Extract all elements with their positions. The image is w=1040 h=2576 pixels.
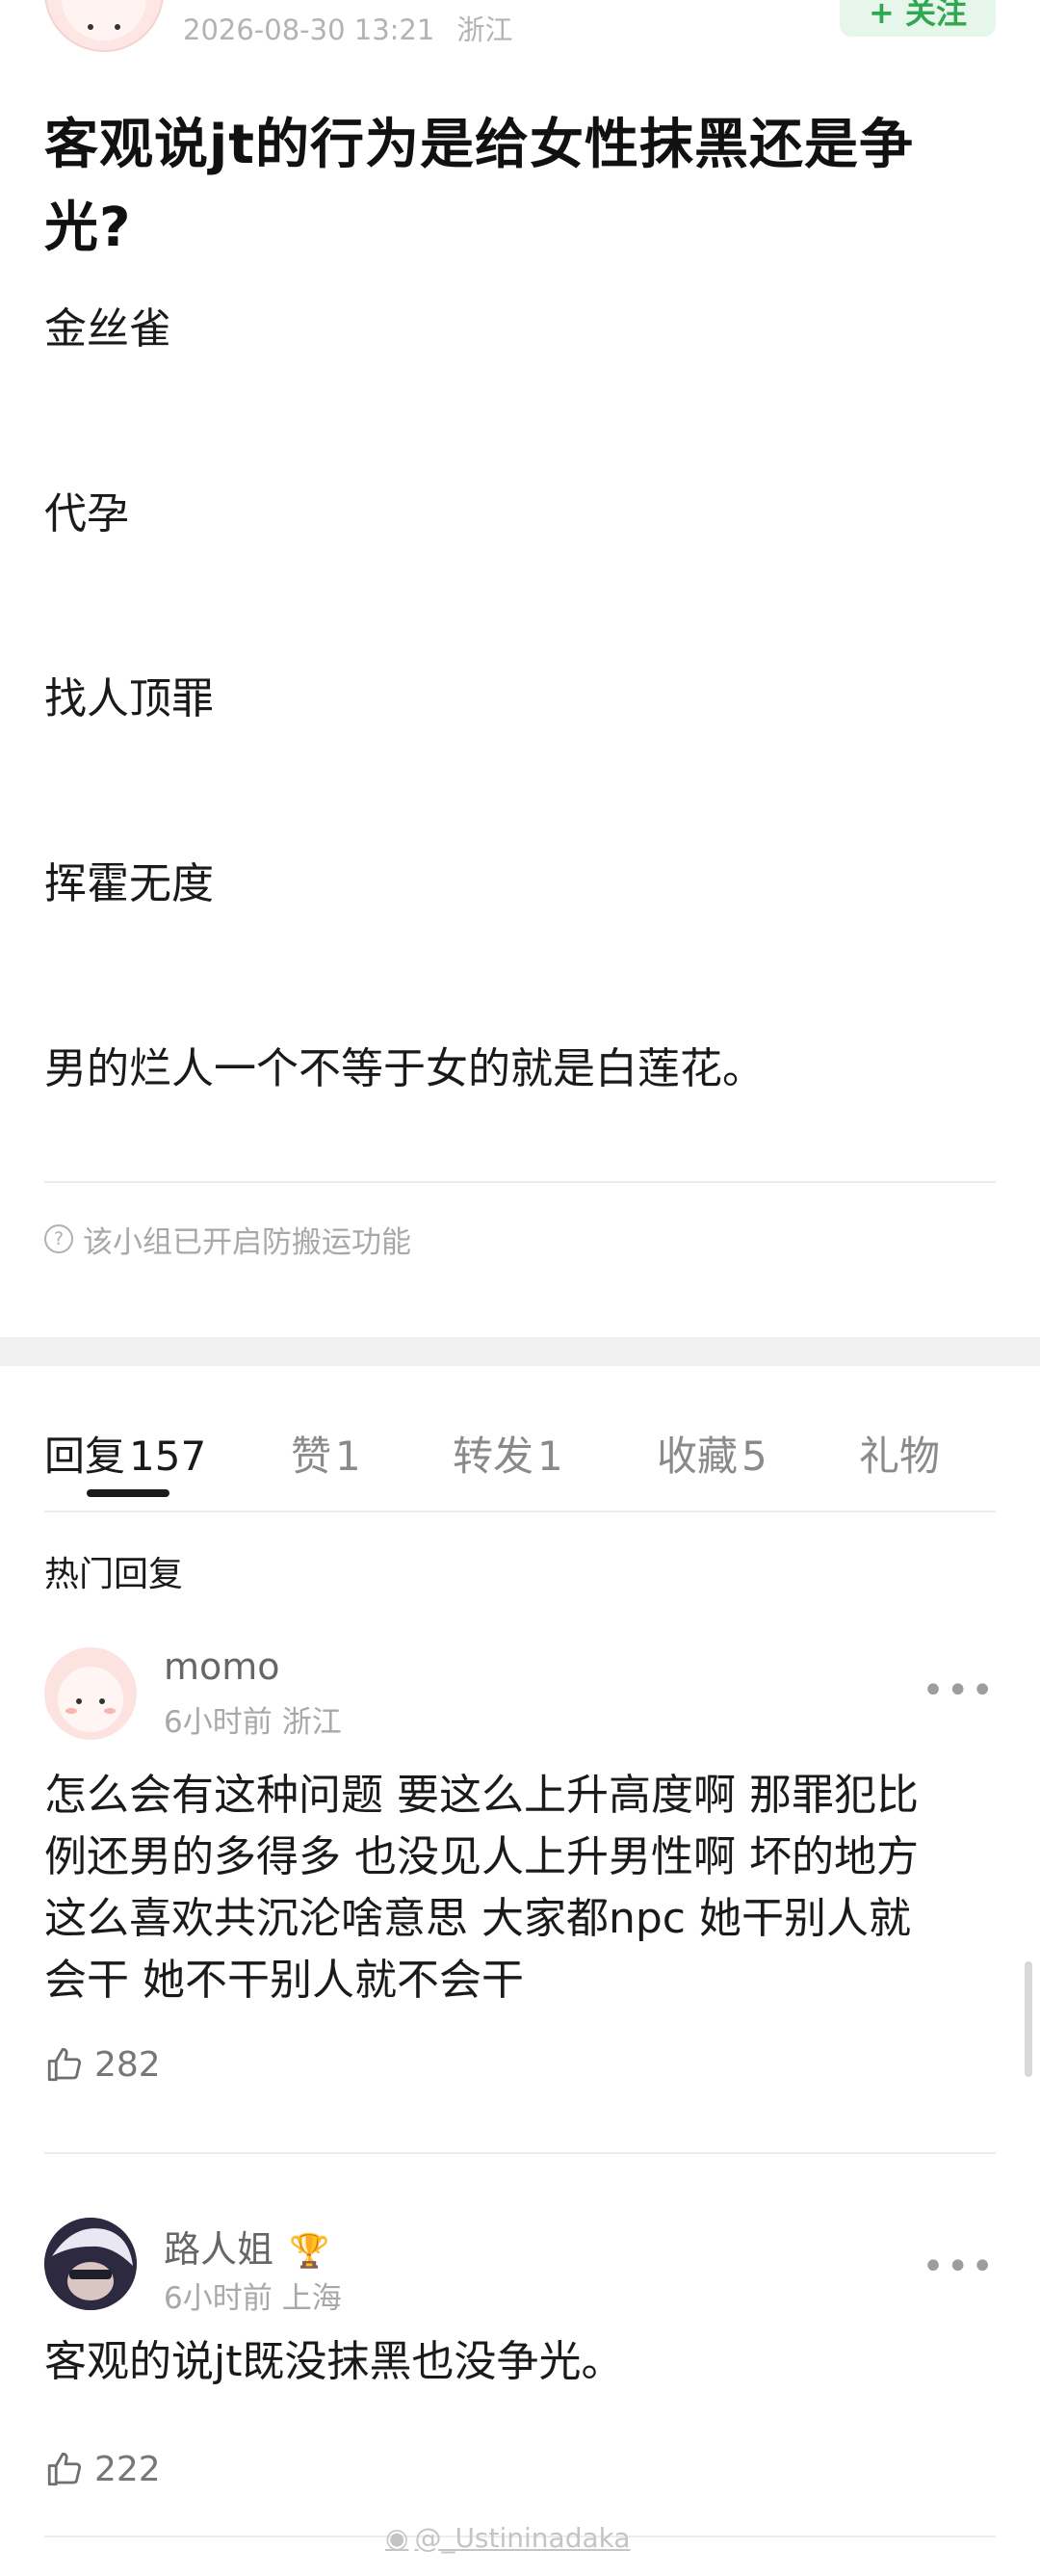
- comment-line: 例还男的多得多 也没见人上升男性啊 坏的地方: [44, 1832, 919, 1881]
- active-tab-indicator: [87, 1489, 169, 1497]
- tab-count: 5: [741, 1433, 767, 1480]
- divider: [44, 1181, 996, 1183]
- trophy-icon: 🏆: [289, 2232, 330, 2271]
- comment-time: 6小时前: [164, 1705, 273, 1740]
- tab-gifts[interactable]: 礼物: [859, 1424, 940, 1483]
- comment-line: 会干 她不干别人就不会干: [44, 1956, 524, 2005]
- follow-button[interactable]: + 关注: [840, 0, 996, 37]
- post-line: 男的烂人一个不等于女的就是白莲花。: [44, 1044, 765, 1093]
- help-circle-icon: ?: [44, 1224, 73, 1253]
- comment-location: 上海: [281, 2281, 342, 2316]
- notice-text: 该小组已开启防搬运功能: [83, 1224, 411, 1260]
- tab-bar: 回复157 赞1 转发1 收藏5 礼物: [44, 1366, 996, 1512]
- comment-item: momo 6小时前 浙江 ••• 怎么会有这种问题 要这么上升高度啊 那罪犯比 例…: [44, 1599, 996, 2177]
- like-button[interactable]: 282: [44, 2044, 161, 2085]
- weibo-logo-icon: ◉: [385, 2522, 409, 2554]
- watermark-text: @_Ustininadaka: [414, 2522, 631, 2554]
- comment-time: 6小时前: [164, 2281, 273, 2316]
- post-line: 挥霍无度: [44, 859, 214, 908]
- commenter-name[interactable]: 路人姐: [164, 2228, 273, 2271]
- comment-item: 路人姐 🏆 6小时前 上海 ••• 客观的说jt既没抹黑也没争光。 222: [44, 2177, 996, 2543]
- tab-label: 回复: [44, 1433, 126, 1480]
- like-count: 222: [94, 2449, 161, 2489]
- comment-line: 这么喜欢共沉沦啥意思 大家都npc 她干别人就: [44, 1894, 911, 1943]
- tab-label: 赞: [291, 1433, 332, 1480]
- post-line: 代孕: [44, 489, 129, 539]
- commenter-name[interactable]: momo: [164, 1645, 280, 1688]
- comment-divider: [44, 2152, 996, 2154]
- scrollbar[interactable]: [1025, 1961, 1032, 2077]
- post-timestamp: 2026-08-30 13:21: [183, 13, 435, 46]
- comment-line: 客观的说jt既没抹黑也没争光。: [44, 2337, 624, 2386]
- tab-favorites[interactable]: 收藏5: [657, 1424, 767, 1483]
- tab-count: 1: [335, 1433, 361, 1480]
- commenter-name-row: 路人姐 🏆: [164, 2220, 329, 2273]
- post-title: 客观说jt的行为是给女性抹黑还是争光?: [44, 114, 914, 259]
- more-options-icon[interactable]: •••: [922, 1669, 996, 1713]
- post-line: 找人顶罪: [44, 674, 214, 723]
- post-meta: 2026-08-30 13:21 浙江: [183, 8, 513, 48]
- tab-count: 1: [537, 1433, 563, 1480]
- like-count: 282: [94, 2044, 161, 2085]
- comment-meta: 6小时前 浙江: [164, 1697, 342, 1741]
- tab-label: 转发: [453, 1433, 534, 1480]
- tab-label: 礼物: [859, 1433, 941, 1480]
- like-button[interactable]: 222: [44, 2449, 161, 2489]
- tab-label: 收藏: [657, 1433, 739, 1480]
- watermark: ◉ @_Ustininadaka: [385, 2522, 631, 2554]
- commenter-avatar[interactable]: [44, 2218, 137, 2310]
- post-header: 2026-08-30 13:21 浙江 + 关注: [0, 0, 1040, 52]
- comment-text: 客观的说jt既没抹黑也没争光。: [44, 2331, 996, 2393]
- comment-location: 浙江: [281, 1705, 342, 1740]
- author-avatar[interactable]: [44, 0, 164, 52]
- more-options-icon[interactable]: •••: [922, 2245, 996, 2289]
- hot-replies-heading: 热门回复: [44, 1555, 184, 1594]
- anti-repost-notice: ? 该小组已开启防搬运功能: [44, 1220, 996, 1260]
- tab-reposts[interactable]: 转发1: [453, 1424, 563, 1483]
- thumbs-up-icon: [47, 2452, 82, 2486]
- comment-text: 怎么会有这种问题 要这么上升高度啊 那罪犯比 例还男的多得多 也没见人上升男性啊…: [44, 1765, 996, 2011]
- commenter-avatar[interactable]: [44, 1647, 137, 1740]
- post-line: 金丝雀: [44, 304, 171, 354]
- thumbs-up-icon: [47, 2047, 82, 2082]
- post-body: 金丝雀 代孕 找人顶罪 挥霍无度 男的烂人一个不等于女的就是白莲花。: [44, 302, 996, 1096]
- tab-likes[interactable]: 赞1: [291, 1424, 361, 1483]
- comment-line: 怎么会有这种问题 要这么上升高度啊 那罪犯比: [44, 1771, 919, 1820]
- tab-replies[interactable]: 回复157: [44, 1424, 206, 1483]
- section-gap: [0, 1337, 1040, 1366]
- comment-meta: 6小时前 上海: [164, 2274, 342, 2317]
- tab-count: 157: [129, 1433, 207, 1480]
- post-location: 浙江: [456, 13, 513, 46]
